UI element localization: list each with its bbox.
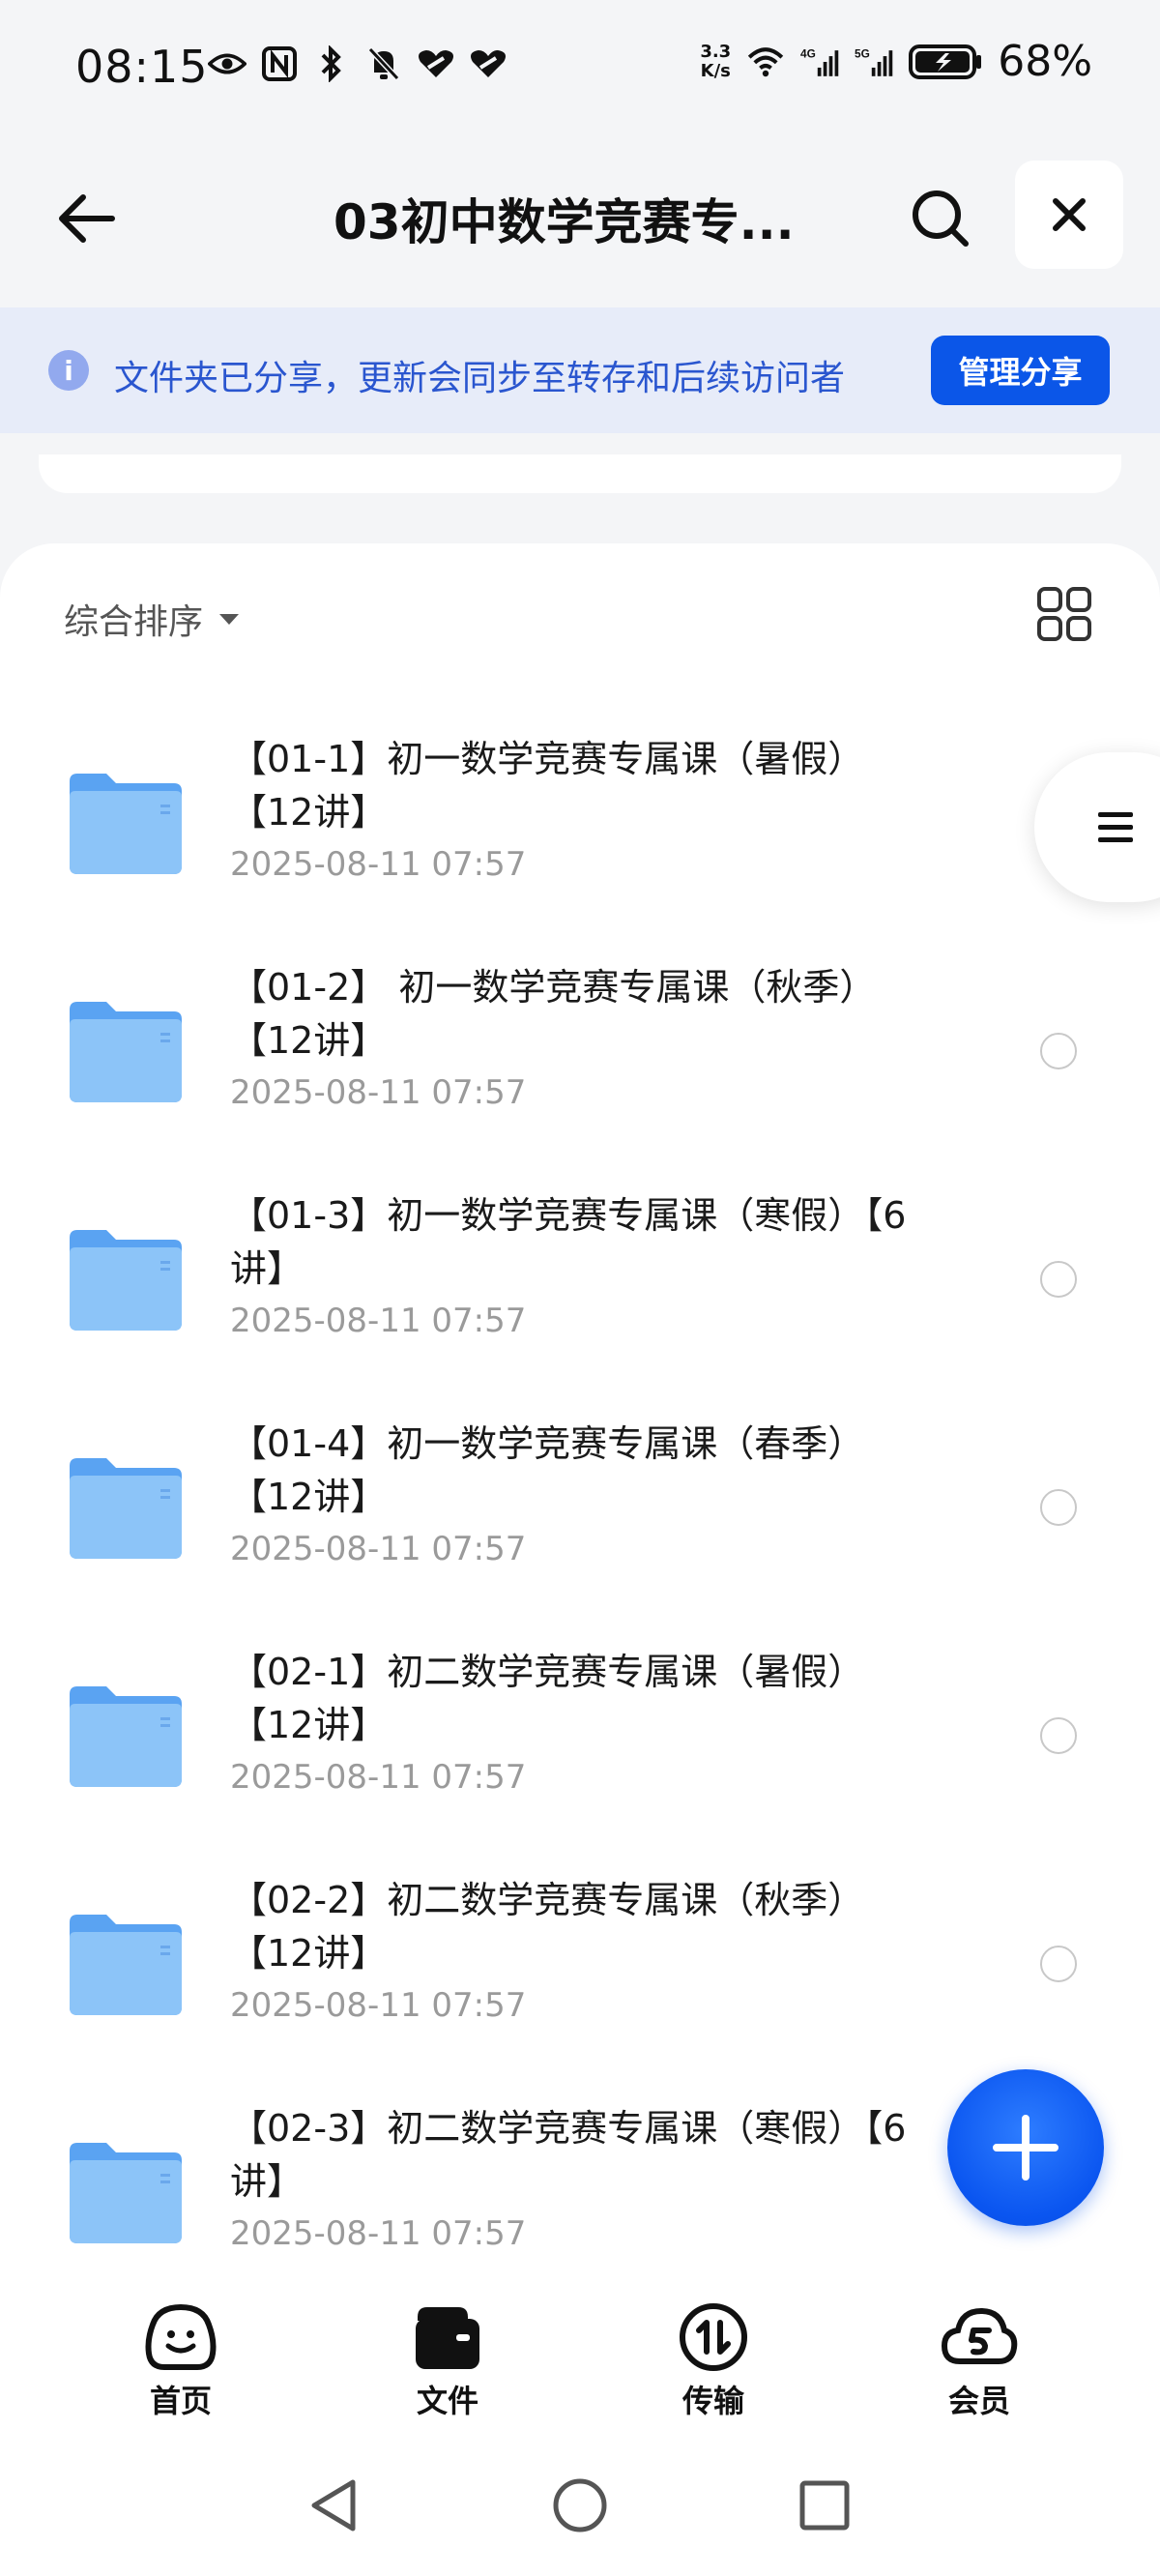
status-left-icons bbox=[208, 44, 508, 83]
nav-files[interactable]: 文件 bbox=[380, 2301, 515, 2419]
share-banner-text: 文件夹已分享，更新会同步至转存和后续访问者 bbox=[114, 359, 846, 398]
back-button[interactable] bbox=[48, 182, 122, 255]
square-recents-icon bbox=[799, 2480, 850, 2531]
wifi-icon bbox=[746, 43, 785, 81]
net-speed: 3.3 K/s bbox=[700, 41, 732, 81]
cloud-vip-icon bbox=[941, 2301, 1018, 2373]
list-item[interactable]: 【01-4】初一数学竞赛专属课（春季）【12讲】 2025-08-11 07:5… bbox=[0, 1408, 1160, 1636]
folder-icon bbox=[70, 774, 182, 874]
folder-icon bbox=[70, 1915, 182, 2015]
manage-share-button[interactable]: 管理分享 bbox=[931, 336, 1110, 405]
status-time: 08:15 bbox=[75, 41, 209, 93]
close-icon bbox=[1053, 198, 1086, 231]
grid-view-icon bbox=[1037, 587, 1091, 641]
item-date: 2025-08-11 07:57 bbox=[230, 1530, 527, 1568]
search-button[interactable] bbox=[904, 182, 977, 255]
signal-4g-icon: 4G bbox=[800, 43, 839, 81]
heart-link-icon bbox=[417, 44, 455, 83]
bluetooth-icon bbox=[312, 44, 351, 83]
system-home-button[interactable] bbox=[548, 2474, 612, 2537]
nav-transfer-label: 传输 bbox=[682, 2383, 744, 2419]
status-right-icons: 3.3 K/s 4G 5G 68% bbox=[700, 37, 1092, 86]
info-icon: i bbox=[48, 350, 89, 391]
battery-percent: 68% bbox=[998, 37, 1092, 86]
select-radio[interactable] bbox=[1040, 1033, 1077, 1069]
nav-vip-label: 会员 bbox=[947, 2383, 1010, 2419]
nav-vip[interactable]: 会员 bbox=[912, 2301, 1047, 2419]
sort-dropdown[interactable]: 综合排序 bbox=[64, 594, 242, 644]
add-button[interactable] bbox=[947, 2069, 1104, 2226]
list-item[interactable]: 【02-2】初二数学竞赛专属课（秋季）【12讲】 2025-08-11 07:5… bbox=[0, 1864, 1160, 2093]
back-arrow-icon bbox=[59, 194, 115, 243]
item-name: 【01-3】初一数学竞赛专属课（寒假）【6讲】 bbox=[230, 1194, 907, 1290]
nav-files-label: 文件 bbox=[416, 2383, 478, 2419]
triangle-back-icon bbox=[311, 2479, 356, 2532]
svg-text:5G: 5G bbox=[855, 46, 870, 60]
item-date: 2025-08-11 07:57 bbox=[230, 1302, 527, 1340]
folder-icon bbox=[70, 1686, 182, 1787]
folder-icon bbox=[70, 1230, 182, 1331]
item-date: 2025-08-11 07:57 bbox=[230, 2214, 527, 2253]
home-face-icon bbox=[142, 2301, 219, 2373]
item-name: 【01-4】初一数学竞赛专属课（春季）【12讲】 bbox=[230, 1422, 865, 1518]
heart-link-icon bbox=[469, 44, 508, 83]
item-date: 2025-08-11 07:57 bbox=[230, 1986, 527, 2025]
transfer-icon bbox=[675, 2301, 752, 2373]
status-bar: 08:15 3.3 K/s 4G 5G 68% bbox=[0, 0, 1160, 145]
item-name: 【02-3】初二数学竞赛专属课（寒假）【6讲】 bbox=[230, 2107, 907, 2203]
folder-icon bbox=[70, 1458, 182, 1559]
nav-home-label: 首页 bbox=[149, 2383, 212, 2419]
item-name: 【01-2】 初一数学竞赛专属课（秋季）【12讲】 bbox=[230, 966, 877, 1062]
menu-lines-icon bbox=[1090, 803, 1141, 853]
item-date: 2025-08-11 07:57 bbox=[230, 1073, 527, 1112]
header-card-edge bbox=[39, 454, 1121, 493]
page-title: 03初中数学竞赛专... bbox=[334, 194, 795, 250]
system-navigation-bar bbox=[0, 2435, 1160, 2576]
select-radio[interactable] bbox=[1040, 1261, 1077, 1298]
select-radio[interactable] bbox=[1040, 1717, 1077, 1754]
select-radio[interactable] bbox=[1040, 1946, 1077, 1982]
bottom-navigation: 首页 文件 传输 会员 bbox=[0, 2280, 1160, 2435]
folder-icon bbox=[70, 2143, 182, 2243]
list-item[interactable]: 【01-3】初一数学竞赛专属课（寒假）【6讲】 2025-08-11 07:57 bbox=[0, 1180, 1160, 1408]
nav-transfer[interactable]: 传输 bbox=[646, 2301, 781, 2419]
nfc-icon bbox=[260, 44, 299, 83]
eye-icon bbox=[208, 44, 246, 83]
share-banner: i 文件夹已分享，更新会同步至转存和后续访问者 管理分享 bbox=[0, 307, 1160, 433]
list-item[interactable]: 【01-2】 初一数学竞赛专属课（秋季）【12讲】 2025-08-11 07:… bbox=[0, 951, 1160, 1180]
item-name: 【02-2】初二数学竞赛专属课（秋季）【12讲】 bbox=[230, 1879, 865, 1975]
close-button[interactable] bbox=[1015, 161, 1123, 269]
file-list-card: 综合排序 【01-1】初一数学竞赛专属课（暑假）【12讲】 2025-08-11… bbox=[0, 543, 1160, 2576]
circle-home-icon bbox=[553, 2478, 607, 2532]
list-item[interactable]: 【01-1】初一数学竞赛专属课（暑假）【12讲】 2025-08-11 07:5… bbox=[0, 723, 1160, 951]
svg-text:4G: 4G bbox=[800, 46, 816, 60]
item-date: 2025-08-11 07:57 bbox=[230, 1758, 527, 1797]
app-screen: 08:15 3.3 K/s 4G 5G 68% 03初中数学竞赛专... i 文… bbox=[0, 0, 1160, 2576]
item-date: 2025-08-11 07:57 bbox=[230, 845, 527, 884]
plus-icon bbox=[993, 2115, 1058, 2181]
system-back-button[interactable] bbox=[302, 2474, 365, 2537]
battery-charging-icon bbox=[909, 43, 982, 81]
list-item[interactable]: 【02-1】初二数学竞赛专属课（暑假）【12讲】 2025-08-11 07:5… bbox=[0, 1636, 1160, 1864]
signal-5g-icon: 5G bbox=[855, 43, 893, 81]
grid-view-button[interactable] bbox=[1032, 582, 1096, 646]
search-icon bbox=[913, 190, 969, 247]
sort-label: 综合排序 bbox=[64, 602, 204, 642]
folder-icon bbox=[70, 1002, 182, 1102]
system-recents-button[interactable] bbox=[793, 2474, 856, 2537]
select-radio[interactable] bbox=[1040, 1489, 1077, 1526]
item-name: 【02-1】初二数学竞赛专属课（暑假）【12讲】 bbox=[230, 1651, 865, 1746]
wallet-folder-icon bbox=[409, 2301, 486, 2373]
bell-off-icon bbox=[364, 44, 403, 83]
nav-home[interactable]: 首页 bbox=[113, 2301, 248, 2419]
item-name: 【01-1】初一数学竞赛专属课（暑假）【12讲】 bbox=[230, 738, 865, 834]
caret-down-icon bbox=[219, 614, 240, 625]
top-bar: 03初中数学竞赛专... bbox=[0, 155, 1160, 271]
